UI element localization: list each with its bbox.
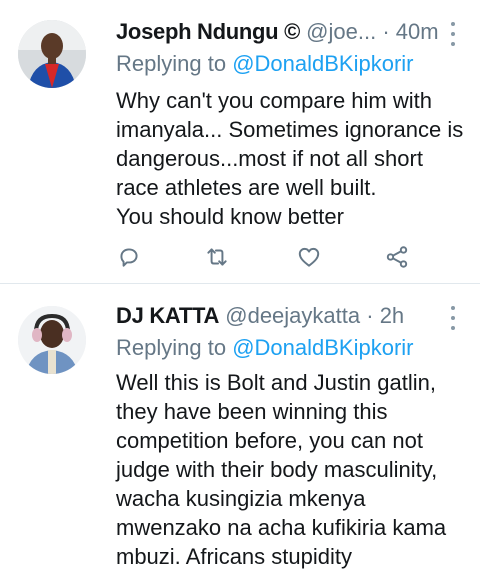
replying-to-prefix: Replying to bbox=[116, 335, 227, 360]
author-handle[interactable]: @deejaykatta bbox=[225, 303, 360, 328]
tweet-header: DJ KATTA @deejaykatta · 2h bbox=[116, 302, 404, 330]
tweet-text-line: race athletes are well built. bbox=[116, 175, 377, 200]
separator-dot: · bbox=[366, 303, 374, 328]
reply-icon[interactable] bbox=[116, 244, 144, 272]
tweet-text-line: Why can't you compare him with bbox=[116, 88, 432, 113]
retweet-icon[interactable] bbox=[204, 244, 232, 272]
tweet-text-line: mwenzako na acha kufikiria kama bbox=[116, 515, 447, 540]
like-icon[interactable] bbox=[296, 244, 324, 272]
mention-link[interactable]: @DonaldBKipkorir bbox=[232, 335, 413, 360]
tweet-text-line: You should know better bbox=[116, 204, 344, 229]
separator-dot: · bbox=[382, 19, 390, 44]
tweet-text-line: they have been winning this bbox=[116, 399, 388, 424]
tweet-actions bbox=[116, 244, 416, 272]
tweet-text-line: Well this is Bolt and Justin gatlin, bbox=[116, 370, 436, 395]
author-handle[interactable]: @joe... bbox=[306, 19, 376, 44]
tweet-text-line: imanyala... Sometimes ignorance is bbox=[116, 117, 464, 142]
timestamp[interactable]: 40m bbox=[396, 19, 439, 44]
tweet-text-line: dangerous...most if not all short bbox=[116, 146, 423, 171]
avatar-joseph-ndungu[interactable] bbox=[18, 20, 86, 88]
more-options-icon[interactable] bbox=[450, 22, 456, 46]
tweet-text-line: competition before, you can not bbox=[116, 428, 423, 453]
share-icon[interactable] bbox=[384, 244, 412, 272]
tweet-2[interactable]: DJ KATTA @deejaykatta · 2h Replying to @… bbox=[0, 284, 480, 577]
author-name[interactable]: Joseph Ndungu © bbox=[116, 19, 300, 44]
tweet-header: Joseph Ndungu © @joe... · 40m bbox=[116, 18, 439, 46]
tweet-text-line: mbuzi. Africans stupidity bbox=[116, 544, 352, 569]
more-options-icon[interactable] bbox=[450, 306, 456, 330]
avatar-image bbox=[18, 20, 86, 88]
avatar-image bbox=[18, 306, 86, 374]
avatar-dj-katta[interactable] bbox=[18, 306, 86, 374]
mention-link[interactable]: @DonaldBKipkorir bbox=[232, 51, 413, 76]
tweet-1[interactable]: Joseph Ndungu © @joe... · 40m Replying t… bbox=[0, 0, 480, 283]
author-name[interactable]: DJ KATTA bbox=[116, 303, 219, 328]
tweet-text-line: judge with their body masculinity, bbox=[116, 457, 438, 482]
replying-to: Replying to @DonaldBKipkorir bbox=[116, 50, 414, 78]
replying-to-prefix: Replying to bbox=[116, 51, 227, 76]
tweet-text-line: wacha kusingizia mkenya bbox=[116, 486, 366, 511]
timestamp[interactable]: 2h bbox=[380, 303, 404, 328]
tweet-text: Well this is Bolt and Justin gatlin, the… bbox=[116, 368, 466, 571]
tweet-text: Why can't you compare him with imanyala.… bbox=[116, 86, 466, 231]
replying-to: Replying to @DonaldBKipkorir bbox=[116, 334, 414, 362]
